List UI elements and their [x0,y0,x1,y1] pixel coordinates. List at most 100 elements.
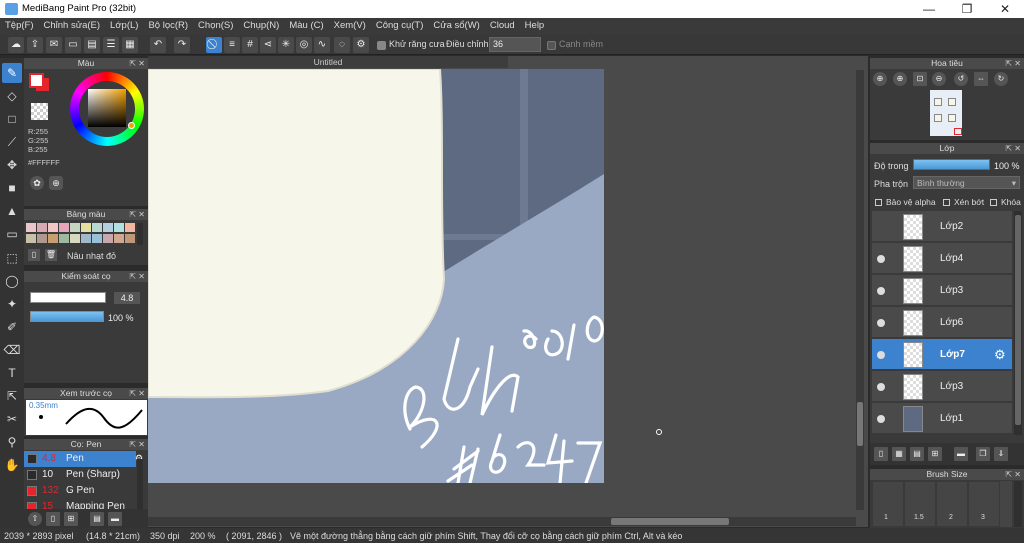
radial-snap-icon[interactable]: ✳ [278,37,294,53]
palette-swatch[interactable] [37,234,47,243]
share-icon[interactable]: ⇪ [27,37,43,53]
rectangle-tool-icon[interactable]: □ [2,109,22,129]
panel-pin-icon[interactable]: ⇱ ✕ [129,439,145,450]
visibility-eye-icon[interactable] [877,255,885,263]
canvas-hscroll-thumb[interactable] [611,518,729,525]
panel-pin-icon[interactable]: ⇱ ✕ [129,271,145,282]
brush-opacity-slider[interactable] [30,311,104,322]
list-icon[interactable]: ☰ [103,37,119,53]
menu-cloud[interactable]: Cloud [485,18,520,31]
palette-swatch[interactable] [92,223,102,232]
brush-tool-icon[interactable]: ✎ [2,63,22,83]
new-8bit-layer-icon[interactable]: ▤ [910,447,924,461]
move-tool-icon[interactable]: ✥ [2,155,22,175]
duplicate-layer-icon[interactable]: ❐ [976,447,990,461]
eyedropper-tool-icon[interactable]: ⚲ [2,432,22,452]
brush-size-cell[interactable]: 1.5 [904,481,936,527]
brush-size-cell[interactable]: 3 [968,481,1000,527]
bucket-tool-icon[interactable]: ▲ [2,201,22,221]
palette-swatch[interactable] [114,234,124,243]
palette-swatch[interactable] [81,234,91,243]
layer-settings-gear-icon[interactable]: ⚙ [994,347,1006,363]
brush-item[interactable]: 4.8 Pen [24,451,136,467]
upload-icon[interactable]: ⇧ [28,512,42,526]
chat-icon[interactable]: ▭ [65,37,81,53]
fit-icon[interactable]: ⊡ [913,72,927,86]
menu-snap[interactable]: Chụp(N) [238,18,284,31]
eraser-tool-icon[interactable]: ◇ [2,86,22,106]
layer-row[interactable]: Lớp2 [872,211,1012,242]
document-tab[interactable]: Untitled [148,56,508,68]
blend-mode-select[interactable]: Bình thường ▾ [913,176,1020,189]
brush-size-slider[interactable] [30,292,106,303]
menu-edit[interactable]: Chỉnh sửa(E) [39,18,106,31]
snap-off-icon[interactable]: ⃠ [206,37,222,53]
add-brush-icon[interactable]: ⊞ [64,512,78,526]
palette-swatch[interactable] [103,234,113,243]
circle-snap-icon[interactable]: ◎ [296,37,312,53]
visibility-eye-icon[interactable] [877,287,885,295]
grid-icon[interactable]: ▦ [122,37,138,53]
menu-select[interactable]: Chọn(S) [193,18,238,31]
menu-help[interactable]: Help [520,18,550,31]
brush-size-cell[interactable]: 1 [872,481,904,527]
palette-swatch[interactable] [70,234,80,243]
visibility-eye-icon[interactable] [877,319,885,327]
saturation-value-square[interactable] [88,89,126,127]
brush-size-scrollbar[interactable] [1014,481,1022,527]
menu-window[interactable]: Cửa sổ(W) [428,18,484,31]
palette-swatch[interactable] [125,234,135,243]
magic-wand-tool-icon[interactable]: ✦ [2,294,22,314]
panel-pin-icon[interactable]: ⇱ ✕ [129,58,145,69]
redo-icon[interactable]: ↷ [174,37,190,53]
new-brush-icon[interactable]: ▯ [46,512,60,526]
layer-row[interactable]: Lớp7 ⚙ [872,339,1012,370]
navigator-thumbnail[interactable] [930,90,962,136]
select-pen-tool-icon[interactable]: ✐ [2,317,22,337]
canvas-hscrollbar[interactable] [148,517,856,526]
text-tool-icon[interactable]: T [2,363,22,383]
new-halftone-layer-icon[interactable]: ▦ [892,447,906,461]
palette-swatch[interactable] [125,223,135,232]
layer-row[interactable]: Lớp4 [872,243,1012,274]
curve-snap-icon[interactable]: ∿ [314,37,330,53]
document-icon[interactable]: ▤ [84,37,100,53]
canvas-vscroll-thumb[interactable] [857,402,863,446]
add-layer-icon[interactable]: ⊞ [928,447,942,461]
brush-item[interactable]: 15 Mapping Pen [24,499,136,509]
minimize-button[interactable]: — [910,0,948,18]
maximize-button[interactable]: ❐ [948,0,986,18]
layer-scrollbar[interactable] [1014,211,1022,435]
zoom-in-icon[interactable]: ⊕ [873,72,887,86]
navigator-viewport[interactable] [954,128,962,135]
menu-filter[interactable]: Bộ lọc(R) [143,18,193,31]
hand-tool-icon[interactable]: ✋ [2,455,22,475]
layer-row[interactable]: Lớp1 [872,403,1012,434]
palette-swatch[interactable] [59,234,69,243]
select-eraser-tool-icon[interactable]: ⌫ [2,340,22,360]
foreground-color-swatch[interactable] [29,73,44,88]
palette-swatch[interactable] [92,234,102,243]
smooth-checkbox[interactable] [547,41,556,50]
palette-swatch[interactable] [81,223,91,232]
line-tool-icon[interactable]: ⟋ [2,132,22,152]
visibility-eye-icon[interactable] [877,351,885,359]
clipping-checkbox[interactable] [943,199,950,206]
merge-layer-icon[interactable]: ⇓ [994,447,1008,461]
settings-gear-icon[interactable]: ⚙ [353,37,369,53]
vanish-snap-icon[interactable]: ⋖ [260,37,276,53]
folder-icon[interactable]: ▬ [108,512,122,526]
comment-icon[interactable]: ✉ [46,37,62,53]
layer-scroll-thumb[interactable] [1015,215,1021,425]
palette-swatch[interactable] [103,223,113,232]
fill-rect-tool-icon[interactable]: ■ [2,178,22,198]
panel-pin-icon[interactable]: ⇱ ✕ [1005,469,1021,480]
cloud-icon[interactable]: ☁ [8,37,24,53]
gradient-tool-icon[interactable]: ▭ [2,224,22,244]
zoom-in-alt-icon[interactable]: ⊕ [893,72,907,86]
trash-icon[interactable]: 🗑 [45,249,57,261]
menu-view[interactable]: Xem(V) [329,18,371,31]
lasso-tool-icon[interactable]: ◯ [2,271,22,291]
palette-swatch[interactable] [26,223,36,232]
protect-alpha-checkbox[interactable] [875,199,882,206]
